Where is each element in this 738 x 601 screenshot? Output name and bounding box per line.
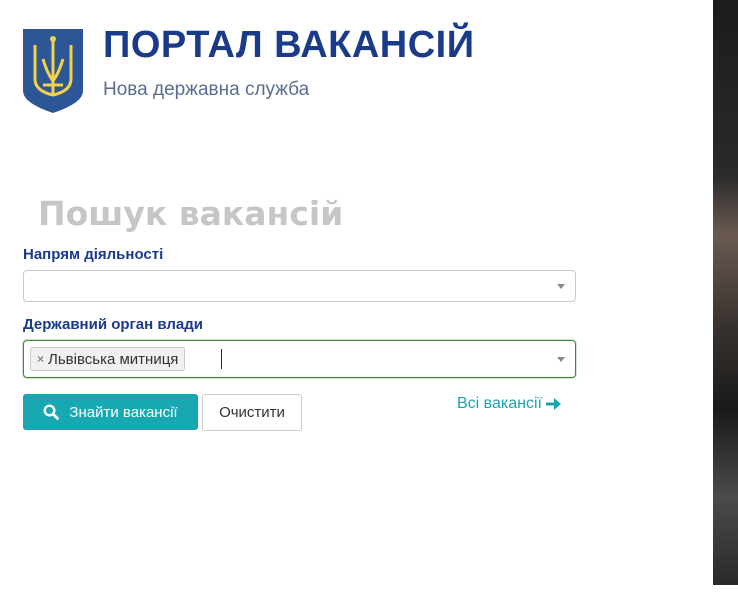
- selected-authority-chip: × Львівська митниця: [30, 347, 186, 371]
- find-vacancies-label: Знайти вакансії: [69, 403, 178, 421]
- all-vacancies-link[interactable]: Всі вакансії: [457, 395, 563, 413]
- page-title: ПОРТАЛ ВАКАНСІЙ: [103, 24, 475, 66]
- chip-label: Львівська митниця: [48, 350, 179, 368]
- activity-label: Напрям діяльності: [23, 246, 164, 263]
- page-subtitle: Нова державна служба: [103, 79, 310, 100]
- arrow-right-icon: [545, 398, 561, 410]
- activity-select[interactable]: [23, 270, 576, 302]
- find-vacancies-button[interactable]: Знайти вакансії: [23, 394, 198, 430]
- authority-label: Державний орган влади: [23, 316, 204, 333]
- text-caret: [221, 349, 222, 369]
- authority-select[interactable]: × Львівська митниця: [23, 340, 576, 378]
- coat-of-arms-icon: [23, 29, 83, 113]
- chip-remove-button[interactable]: ×: [37, 352, 44, 366]
- chevron-down-icon[interactable]: [557, 284, 565, 289]
- search-heading: Пошук вакансій: [38, 194, 344, 233]
- side-photo: [713, 0, 738, 585]
- chevron-down-icon[interactable]: [557, 357, 565, 362]
- all-vacancies-label: Всі вакансії: [457, 395, 542, 412]
- search-icon: [43, 404, 60, 420]
- site-header: ПОРТАЛ ВАКАНСІЙ Нова державна служба: [23, 24, 583, 116]
- clear-button[interactable]: Очистити: [202, 394, 302, 431]
